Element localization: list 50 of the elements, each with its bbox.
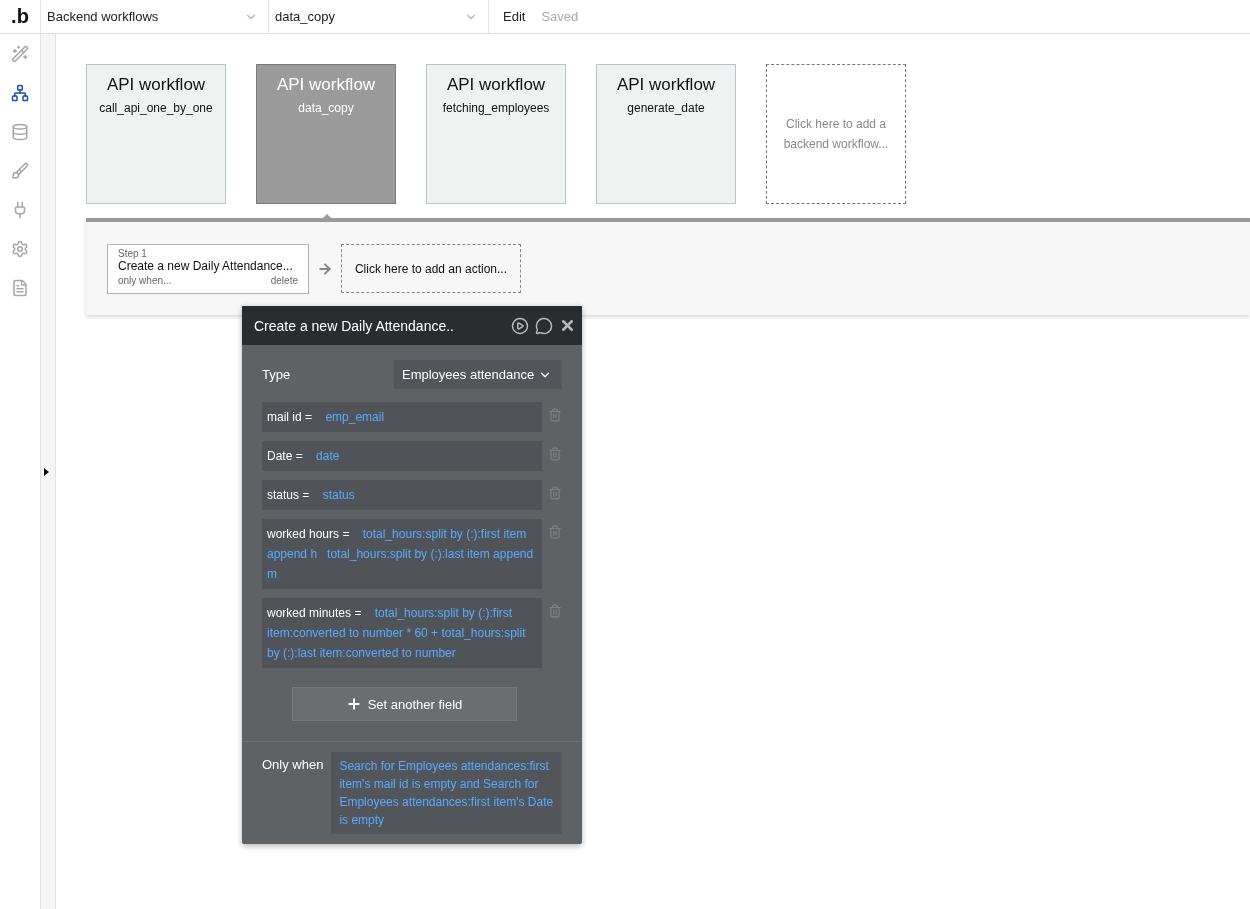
popup-title: Create a new Daily Attendance..	[254, 317, 455, 334]
trash-icon[interactable]	[548, 486, 562, 500]
field-expression[interactable]: worked minutes = total_hours:split by (:):first item:converted to number * 60 + total_hours:split by (:):last item:converted to number	[262, 598, 542, 668]
field-expression[interactable]: worked hours = total_hours:split by (:):first item append h total_hours:split by (:):last item append m	[262, 519, 542, 589]
workflow-card[interactable]: API workflow call_api_one_by_one	[86, 64, 226, 204]
workflow-name: generate_date	[627, 101, 705, 115]
trash-icon[interactable]	[548, 408, 562, 422]
workflow-title: API workflow	[106, 75, 206, 95]
hierarchy-icon[interactable]	[10, 83, 30, 103]
document-icon[interactable]	[10, 278, 30, 298]
only-when-label: Only when	[262, 757, 324, 772]
trash-icon[interactable]	[548, 525, 562, 539]
workflow-title: API workflow	[446, 75, 546, 95]
edit-menu[interactable]: Edit	[503, 9, 526, 24]
settings-icon[interactable]	[10, 239, 30, 259]
workflow-title: API workflow	[616, 75, 716, 95]
field-expression[interactable]: status = status	[262, 480, 542, 510]
logo[interactable]: .b	[0, 0, 41, 33]
type-dropdown[interactable]: Employees attendance	[394, 360, 562, 389]
trash-icon[interactable]	[548, 604, 562, 618]
type-label: Type	[262, 367, 291, 382]
workflow-name: fetching_employees	[442, 101, 550, 115]
wand-icon[interactable]	[10, 44, 30, 64]
save-status: Saved	[541, 9, 579, 24]
workflow-card[interactable]: API workflow generate_date	[596, 64, 736, 204]
workflow-card[interactable]: API workflow fetching_employees	[426, 64, 566, 204]
close-icon[interactable]	[559, 317, 576, 334]
workflow-select[interactable]: data_copy	[269, 0, 489, 33]
set-field-button[interactable]: Set another field	[291, 687, 517, 721]
workflow-name: data_copy	[298, 101, 354, 115]
plus-icon	[345, 696, 362, 712]
trash-icon[interactable]	[548, 447, 562, 461]
database-icon[interactable]	[10, 122, 30, 142]
arrow-icon	[317, 260, 333, 277]
field-expression[interactable]: Date = date	[262, 441, 542, 471]
add-workflow-button[interactable]: Click here to add a backend workflow...	[766, 64, 906, 204]
step-label: Step 1	[118, 247, 148, 259]
field-expression[interactable]: mail id = emp_email	[262, 402, 542, 432]
workflow-title: API workflow	[276, 75, 376, 95]
step-title: Create a new Daily Attendance...	[118, 258, 294, 273]
condition-link[interactable]: only when...	[118, 274, 172, 286]
step-card[interactable]: Step 1 Create a new Daily Attendance... only when... delete	[107, 243, 309, 294]
delete-link[interactable]: delete	[270, 274, 298, 286]
comment-icon[interactable]	[535, 316, 553, 335]
brush-icon[interactable]	[10, 161, 30, 181]
expand-icon[interactable]	[43, 467, 49, 476]
page-select[interactable]: Backend workflows	[41, 0, 269, 33]
add-action-button[interactable]: Click here to add an action...	[341, 244, 521, 293]
workflow-name: call_api_one_by_one	[99, 101, 213, 115]
play-icon[interactable]	[511, 316, 529, 335]
